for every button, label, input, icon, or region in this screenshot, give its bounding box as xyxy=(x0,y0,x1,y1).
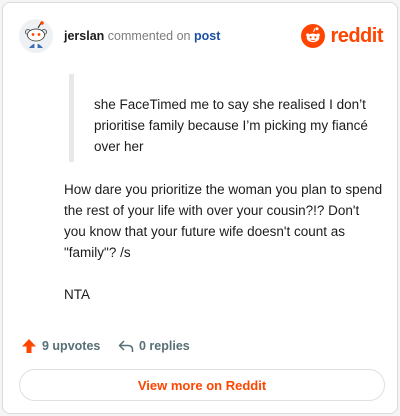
post-link[interactable]: post xyxy=(194,29,220,43)
reddit-wordmark: reddit xyxy=(330,25,383,47)
replies-button[interactable]: 0 replies xyxy=(118,336,190,356)
comment-paragraph: How dare you prioritize the woman you pl… xyxy=(64,182,383,260)
quoted-text-block: she FaceTimed me to say she realised I d… xyxy=(69,74,369,162)
action-text: commented on xyxy=(107,29,191,43)
view-more-button[interactable]: View more on Reddit xyxy=(19,369,385,401)
byline: jerslan commented on post xyxy=(64,29,220,43)
comment-body: How dare you prioritize the woman you pl… xyxy=(64,179,384,326)
reply-count: 0 replies xyxy=(139,339,190,353)
reddit-brand[interactable]: reddit xyxy=(301,22,383,50)
comment-paragraph: NTA xyxy=(64,287,90,302)
quote-text: she FaceTimed me to say she realised I d… xyxy=(94,97,368,154)
upvote-count: 9 upvotes xyxy=(42,339,101,353)
snoo-avatar-icon[interactable] xyxy=(19,19,53,53)
comment-embed-card: jerslan commented on post reddit she Fac… xyxy=(2,2,398,414)
username[interactable]: jerslan xyxy=(64,29,104,43)
comment-actions: 9 upvotes 0 replies xyxy=(21,336,381,356)
comment-header: jerslan commented on post reddit xyxy=(19,19,383,53)
upvote-button[interactable]: 9 upvotes xyxy=(21,336,100,356)
reddit-logo-icon xyxy=(301,24,326,48)
upvote-arrow-icon xyxy=(22,339,36,353)
reply-arrow-icon xyxy=(118,340,134,352)
